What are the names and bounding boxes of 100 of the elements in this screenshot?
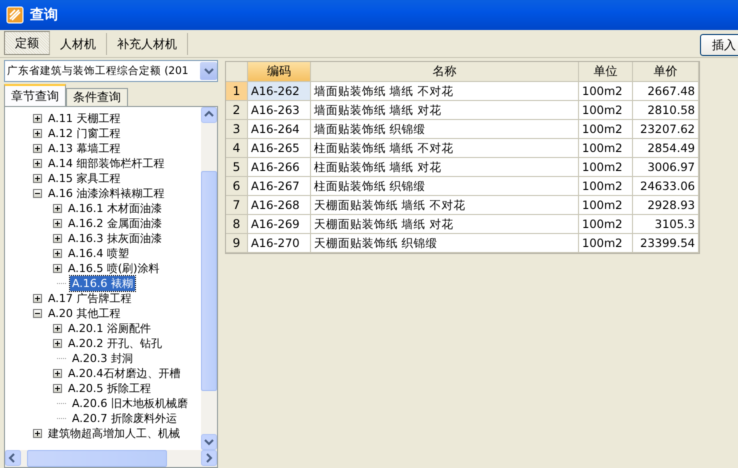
tab[interactable]: 定额 — [4, 31, 50, 55]
row-number[interactable]: 3 — [226, 120, 248, 139]
table-cell: 100m2 — [579, 215, 633, 234]
tab[interactable]: 条件查询 — [66, 88, 128, 106]
table-cell: A16-264 — [248, 120, 311, 139]
tree-item[interactable]: A.13 幕墙工程 — [46, 141, 122, 156]
table-cell: A16-268 — [248, 196, 311, 215]
table-cell: 100m2 — [579, 101, 633, 120]
table-cell: 柱面贴装饰纸 织锦缎 — [311, 177, 579, 196]
expand-icon[interactable] — [53, 264, 62, 273]
expand-icon[interactable] — [33, 174, 42, 183]
table-cell: 24633.06 — [633, 177, 699, 196]
tree-item[interactable]: A.16.3 抹灰面油漆 — [66, 231, 164, 246]
vertical-scrollbar[interactable] — [201, 107, 217, 450]
tab[interactable]: 章节查询 — [4, 84, 66, 106]
column-header[interactable]: 单位 — [579, 62, 633, 82]
expand-icon[interactable] — [53, 369, 62, 378]
table-cell: 2854.49 — [633, 139, 699, 158]
expand-icon[interactable] — [33, 129, 42, 138]
tree-item[interactable]: A.20.5 拆除工程 — [66, 381, 153, 396]
collapse-icon[interactable] — [33, 309, 42, 318]
horizontal-scrollbar[interactable] — [5, 450, 217, 467]
column-header[interactable]: 编码 — [248, 62, 311, 82]
expand-icon[interactable] — [33, 114, 42, 123]
tree-item[interactable]: A.20.4石材磨边、开槽 — [66, 366, 182, 381]
table-cell: 天棚面贴装饰纸 织锦缎 — [311, 234, 579, 253]
expand-icon[interactable] — [33, 429, 42, 438]
table-cell: 柱面贴装饰纸 墙纸 不对花 — [311, 139, 579, 158]
table-cell: 2667.48 — [633, 82, 699, 101]
table-cell: 柱面贴装饰纸 墙纸 对花 — [311, 158, 579, 177]
table-cell: 2928.93 — [633, 196, 699, 215]
tree-item[interactable]: A.20.1 浴厕配件 — [66, 321, 153, 336]
expand-icon[interactable] — [53, 249, 62, 258]
expand-icon[interactable] — [53, 324, 62, 333]
insert-button[interactable]: 插入 — [700, 34, 738, 56]
tree-item[interactable]: 建筑物超高增加人工、机械 — [46, 426, 182, 441]
tree-item[interactable]: A.20.6 旧木地板机械磨 — [70, 396, 190, 411]
expand-icon[interactable] — [53, 384, 62, 393]
expand-icon[interactable] — [33, 294, 42, 303]
tree-item[interactable]: A.16.1 木材面油漆 — [66, 201, 164, 216]
table-cell: 23399.54 — [633, 234, 699, 253]
tree-item[interactable]: A.12 门窗工程 — [46, 126, 122, 141]
row-number[interactable]: 6 — [226, 177, 248, 196]
table-cell: A16-263 — [248, 101, 311, 120]
tree-item[interactable]: A.11 天棚工程 — [46, 111, 122, 126]
collapse-icon[interactable] — [33, 189, 42, 198]
tree-item[interactable]: A.17 广告牌工程 — [46, 291, 134, 306]
table-cell: 100m2 — [579, 139, 633, 158]
table-cell: A16-269 — [248, 215, 311, 234]
scroll-up-icon[interactable] — [201, 107, 217, 123]
app-icon — [6, 6, 24, 24]
row-number[interactable]: 7 — [226, 196, 248, 215]
tab[interactable]: 人材机 — [50, 33, 107, 55]
expand-icon[interactable] — [53, 339, 62, 348]
table-cell: A16-267 — [248, 177, 311, 196]
table-cell: 100m2 — [579, 196, 633, 215]
tree-item[interactable]: A.14 细部装饰栏杆工程 — [46, 156, 166, 171]
table-cell: A16-270 — [248, 234, 311, 253]
scroll-down-icon[interactable] — [201, 434, 217, 450]
table-cell: 100m2 — [579, 158, 633, 177]
tree-item[interactable]: A.20.3 封洞 — [70, 351, 135, 366]
column-header[interactable]: 单价 — [633, 62, 699, 82]
scroll-left-icon[interactable] — [5, 450, 21, 466]
tree-item[interactable]: A.20 其他工程 — [46, 306, 122, 321]
scroll-right-icon[interactable] — [201, 450, 217, 466]
table-cell: 100m2 — [579, 177, 633, 196]
expand-icon[interactable] — [33, 144, 42, 153]
row-number[interactable]: 2 — [226, 101, 248, 120]
row-number[interactable]: 4 — [226, 139, 248, 158]
tree-item[interactable]: A.16.2 金属面油漆 — [66, 216, 164, 231]
tree-item[interactable]: A.16 油漆涂料裱糊工程 — [46, 186, 166, 201]
table-cell: 墙面贴装饰纸 织锦缎 — [311, 120, 579, 139]
tree-item[interactable]: A.20.7 折除废料外运 — [70, 411, 179, 426]
expand-icon[interactable] — [53, 234, 62, 243]
table-cell: 2810.58 — [633, 101, 699, 120]
table-cell: A16-266 — [248, 158, 311, 177]
expand-icon[interactable] — [53, 219, 62, 228]
quota-dropdown[interactable]: 广东省建筑与装饰工程综合定额 (201 — [4, 60, 218, 82]
row-number[interactable]: 1 — [226, 82, 248, 101]
tab[interactable]: 补充人材机 — [107, 33, 188, 55]
table-cell: 3006.97 — [633, 158, 699, 177]
tree-item[interactable]: A.15 家具工程 — [46, 171, 122, 186]
tree-item[interactable]: A.20.2 开孔、钻孔 — [66, 336, 164, 351]
table-cell: 100m2 — [579, 82, 633, 101]
table-cell: A16-265 — [248, 139, 311, 158]
table-cell: A16-262 — [248, 82, 311, 101]
table-cell: 天棚面贴装饰纸 墙纸 不对花 — [311, 196, 579, 215]
table-cell: 100m2 — [579, 234, 633, 253]
tree-item[interactable]: A.16.5 喷(刷)涂料 — [66, 261, 162, 276]
expand-icon[interactable] — [33, 159, 42, 168]
tree-item[interactable]: A.16.6 裱糊 — [70, 276, 135, 291]
row-number[interactable]: 9 — [226, 234, 248, 253]
expand-icon[interactable] — [53, 204, 62, 213]
table-cell: 天棚面贴装饰纸 墙纸 对花 — [311, 215, 579, 234]
table-cell: 3105.3 — [633, 215, 699, 234]
chevron-down-icon — [204, 67, 214, 75]
row-number[interactable]: 8 — [226, 215, 248, 234]
row-number[interactable]: 5 — [226, 158, 248, 177]
column-header[interactable]: 名称 — [311, 62, 579, 82]
tree-item[interactable]: A.16.4 喷塑 — [66, 246, 131, 261]
